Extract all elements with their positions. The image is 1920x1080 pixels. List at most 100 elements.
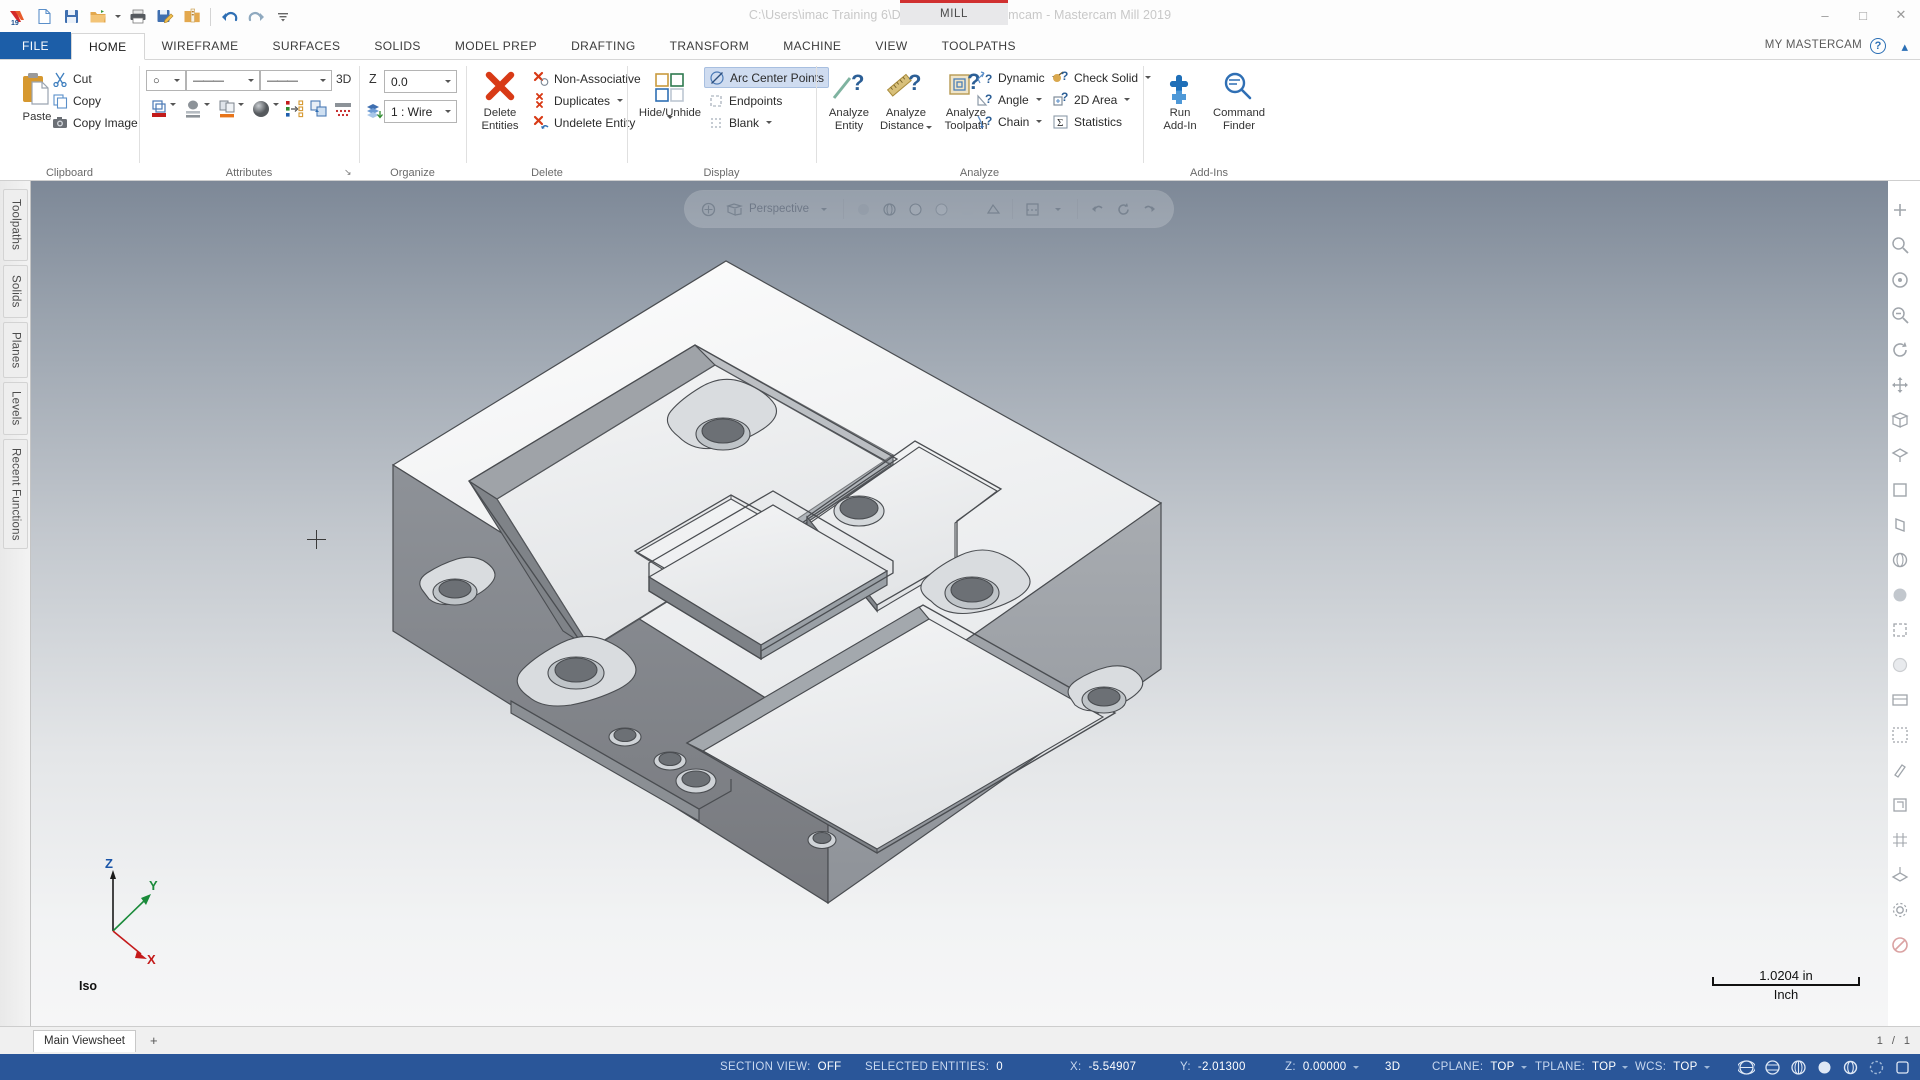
undelete-entity-button[interactable]: Undelete Entity <box>529 112 639 133</box>
z-depth-combo[interactable]: 0.0 <box>384 70 457 93</box>
solid-color-icon[interactable] <box>216 98 238 120</box>
status-section-view[interactable]: SECTION VIEW: OFF <box>720 1061 842 1073</box>
analyze-distance-button[interactable]: ? Analyze Distance <box>875 66 937 132</box>
copy-image-button[interactable]: Copy Image <box>48 112 142 133</box>
undo-icon[interactable] <box>216 4 242 30</box>
unzoom-icon[interactable] <box>1884 299 1916 331</box>
analyze-angle-button[interactable]: ? Angle <box>972 89 1046 110</box>
analyze-entity-button[interactable]: ? Analyze Entity <box>823 66 875 132</box>
tab-drafting[interactable]: DRAFTING <box>554 32 653 59</box>
status-cplane-caret-icon[interactable] <box>1520 1065 1527 1069</box>
hide-unhide-button[interactable]: Hide/Unhide <box>636 66 704 137</box>
globe-wcs-icon[interactable] <box>1735 1056 1758 1078</box>
tab-machine[interactable]: MACHINE <box>766 32 858 59</box>
cut-button[interactable]: Cut <box>48 68 96 89</box>
zip2go-icon[interactable] <box>179 4 205 30</box>
sidebar-item-toolpaths[interactable]: Toolpaths <box>3 189 28 261</box>
command-finder-button[interactable]: Command Finder <box>1208 66 1270 132</box>
zoom-fit-icon[interactable] <box>1884 789 1916 821</box>
hide-unhide-caret-icon[interactable] <box>667 115 673 137</box>
tab-toolpaths[interactable]: TOOLPATHS <box>925 32 1033 59</box>
zoom-window-icon[interactable] <box>1884 229 1916 261</box>
shading-sphere-icon[interactable] <box>250 98 272 120</box>
level-color-icon[interactable] <box>182 98 204 120</box>
help-icon[interactable]: ? <box>1870 38 1886 54</box>
blank-caret-icon[interactable] <box>766 121 773 124</box>
wireframe-color-caret-icon[interactable] <box>170 103 176 124</box>
analyze-chain-button[interactable]: ? Chain <box>972 111 1046 132</box>
line-width-combo[interactable]: ——— <box>260 70 332 91</box>
pan-icon[interactable] <box>1884 369 1916 401</box>
delete-entities-button[interactable]: Delete Entities <box>472 66 528 132</box>
run-addin-button[interactable]: Run Add-In <box>1152 66 1208 132</box>
status-wcs[interactable]: WCS: TOP <box>1635 1061 1710 1073</box>
sidebar-item-solids[interactable]: Solids <box>3 265 28 318</box>
duplicates-button[interactable]: Duplicates <box>529 90 627 111</box>
open-dropdown-icon[interactable] <box>112 4 124 30</box>
clear-colors-icon[interactable] <box>332 98 354 120</box>
isometric-view-icon[interactable] <box>1884 404 1916 436</box>
material-status-icon[interactable] <box>1891 1056 1914 1078</box>
tab-surfaces[interactable]: SURFACES <box>256 32 358 59</box>
maximize-button[interactable]: □ <box>1844 0 1882 30</box>
level-manager-icon[interactable] <box>363 100 385 122</box>
level-combo[interactable]: 1 : Wire <box>384 100 457 123</box>
tab-solids[interactable]: SOLIDS <box>357 32 437 59</box>
viewsheet-tab-main[interactable]: Main Viewsheet <box>33 1029 136 1052</box>
zoom-target-icon[interactable] <box>1884 264 1916 296</box>
minimize-button[interactable]: – <box>1806 0 1844 30</box>
snap-grid-icon[interactable] <box>1884 824 1916 856</box>
area-2d-button[interactable]: ? 2D Area <box>1048 89 1134 110</box>
tab-transform[interactable]: TRANSFORM <box>653 32 767 59</box>
sidebar-item-planes[interactable]: Planes <box>3 322 28 378</box>
status-cplane[interactable]: CPLANE: TOP <box>1432 1061 1527 1073</box>
analyze-chain-caret-icon[interactable] <box>1036 120 1043 123</box>
top-view-icon[interactable] <box>1884 439 1916 471</box>
fit-screen-icon[interactable] <box>1884 194 1916 226</box>
tab-home[interactable]: HOME <box>70 33 145 60</box>
endpoints-toggle[interactable]: Endpoints <box>704 90 786 111</box>
collapse-ribbon-icon[interactable]: ▴ <box>1901 39 1908 55</box>
shading-status-icon[interactable] <box>1813 1056 1836 1078</box>
tab-wireframe[interactable]: WIREFRAME <box>145 32 256 59</box>
tab-view[interactable]: VIEW <box>858 32 924 59</box>
redo-icon[interactable] <box>243 4 269 30</box>
status-tplane[interactable]: TPLANE: TOP <box>1535 1061 1629 1073</box>
statistics-button[interactable]: Σ Statistics <box>1048 111 1126 132</box>
translucency-rail-icon[interactable] <box>1884 649 1916 681</box>
dynamic-rotate-icon[interactable] <box>1884 334 1916 366</box>
solid-model-3d[interactable] <box>31 181 1888 1026</box>
shaded-only-icon[interactable] <box>1884 579 1916 611</box>
graphics-viewport[interactable]: Perspective Z Y X Iso 1.0204 in Inch <box>31 181 1888 1026</box>
sidebar-item-levels[interactable]: Levels <box>3 382 28 435</box>
wireframe-shade-icon[interactable] <box>1884 544 1916 576</box>
tab-file[interactable]: FILE <box>0 32 71 59</box>
status-z-caret-icon[interactable] <box>1352 1065 1359 1069</box>
status-z-coordinate[interactable]: Z: 0.00000 <box>1285 1061 1359 1073</box>
my-mastercam-link[interactable]: MY MASTERCAM <box>1765 39 1862 51</box>
point-style-caret-icon[interactable] <box>169 79 185 82</box>
globe-tplane-icon[interactable] <box>1787 1056 1810 1078</box>
wireframe-color-icon[interactable] <box>148 98 170 120</box>
machine-group-tab-mill[interactable]: MILL <box>900 0 1008 25</box>
close-button[interactable]: ✕ <box>1882 0 1920 30</box>
line-style-caret-icon[interactable] <box>243 79 259 82</box>
solid-color-caret-icon[interactable] <box>238 103 244 124</box>
front-view-icon[interactable] <box>1884 474 1916 506</box>
copy-attributes-icon[interactable] <box>308 98 330 120</box>
check-solid-button[interactable]: ? Check Solid <box>1048 67 1155 88</box>
right-view-icon[interactable] <box>1884 509 1916 541</box>
customize-qat-icon[interactable] <box>270 4 296 30</box>
shading-caret-icon[interactable] <box>273 103 279 124</box>
duplicates-caret-icon[interactable] <box>617 99 624 102</box>
sidebar-item-recent-functions[interactable]: Recent Functions <box>3 439 28 549</box>
open-folder-icon[interactable] <box>85 4 111 30</box>
analyze-distance-caret-icon[interactable] <box>925 125 932 129</box>
level-caret-icon[interactable] <box>440 110 456 113</box>
z-depth-caret-icon[interactable] <box>440 80 456 83</box>
status-tplane-caret-icon[interactable] <box>1622 1065 1629 1069</box>
gview-icon[interactable] <box>1884 684 1916 716</box>
add-viewsheet-button[interactable]: + <box>144 1033 164 1048</box>
wireframe-status-icon[interactable] <box>1839 1056 1862 1078</box>
status-view-mode[interactable]: 3D <box>1385 1061 1400 1073</box>
